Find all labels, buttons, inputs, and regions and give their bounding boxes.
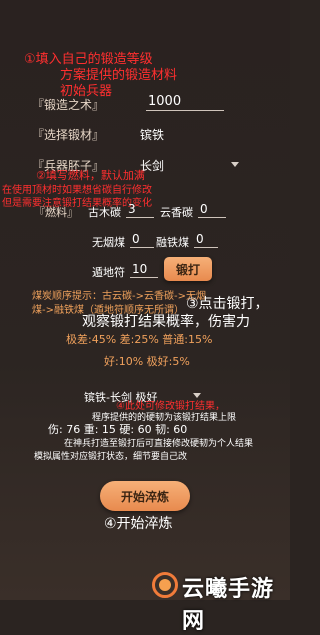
talisman-label: 遁地符 bbox=[92, 266, 125, 279]
watermark-logo: 云曦手游网 bbox=[152, 568, 290, 634]
fuel-label: 『燃料』 bbox=[34, 206, 78, 219]
fuel-order-hint-1: 煤炭顺序提示：古云碳->云香碳->无烟 bbox=[32, 291, 206, 302]
fuel-smokeless-input[interactable] bbox=[130, 231, 154, 248]
annotation-step4-line4: 模拟属性对应锻打状态，细节要自己改 bbox=[34, 452, 188, 462]
result-stats: 伤: 76 重: 15 硬: 60 韧: 60 bbox=[48, 423, 188, 436]
start-quench-button[interactable]: 开始淬炼 bbox=[100, 481, 190, 511]
forge-level-input[interactable] bbox=[146, 92, 224, 111]
fuel-melt-label: 融铁煤 bbox=[156, 236, 189, 249]
watermark-text: 云曦手游网 bbox=[182, 577, 275, 634]
annotation-step5: ④开始淬炼 bbox=[104, 516, 173, 532]
material-select[interactable]: 镔铁 bbox=[140, 126, 164, 143]
annotation-step3-line2: 观察锻打结果概率，伤害力 bbox=[82, 314, 250, 330]
forge-button[interactable]: 锻打 bbox=[164, 257, 212, 281]
forge-level-label: 『锻造之术』 bbox=[32, 98, 105, 112]
material-label: 『选择锻材』 bbox=[32, 128, 105, 142]
logo-ring-icon bbox=[152, 572, 178, 598]
fuel-smokeless-label: 无烟煤 bbox=[92, 236, 125, 249]
app-screen: ①填入自己的锻造等级 方案提供的锻造材料 初始兵器 『锻造之术』 『选择锻材』 … bbox=[0, 0, 290, 634]
probability-line-1: 极差:45% 差:25% 普通:15% bbox=[66, 333, 213, 346]
probability-line-2: 好:10% 极好:5% bbox=[104, 355, 190, 368]
fuel-ancient-label: 古木碳 bbox=[88, 206, 121, 219]
fuel-cloud-label: 云香碳 bbox=[160, 206, 193, 219]
talisman-input[interactable] bbox=[130, 261, 158, 278]
annotation-step4-line3: 在神兵打造至锻打后可直接修改硬韧为个人结果 bbox=[64, 439, 254, 449]
chevron-down-icon[interactable] bbox=[231, 162, 239, 167]
annotation-step3-line1: ③点击锻打， bbox=[186, 296, 269, 312]
fuel-melt-input[interactable] bbox=[194, 231, 218, 248]
fuel-cloud-input[interactable] bbox=[198, 201, 226, 218]
fuel-ancient-input[interactable] bbox=[126, 201, 154, 218]
